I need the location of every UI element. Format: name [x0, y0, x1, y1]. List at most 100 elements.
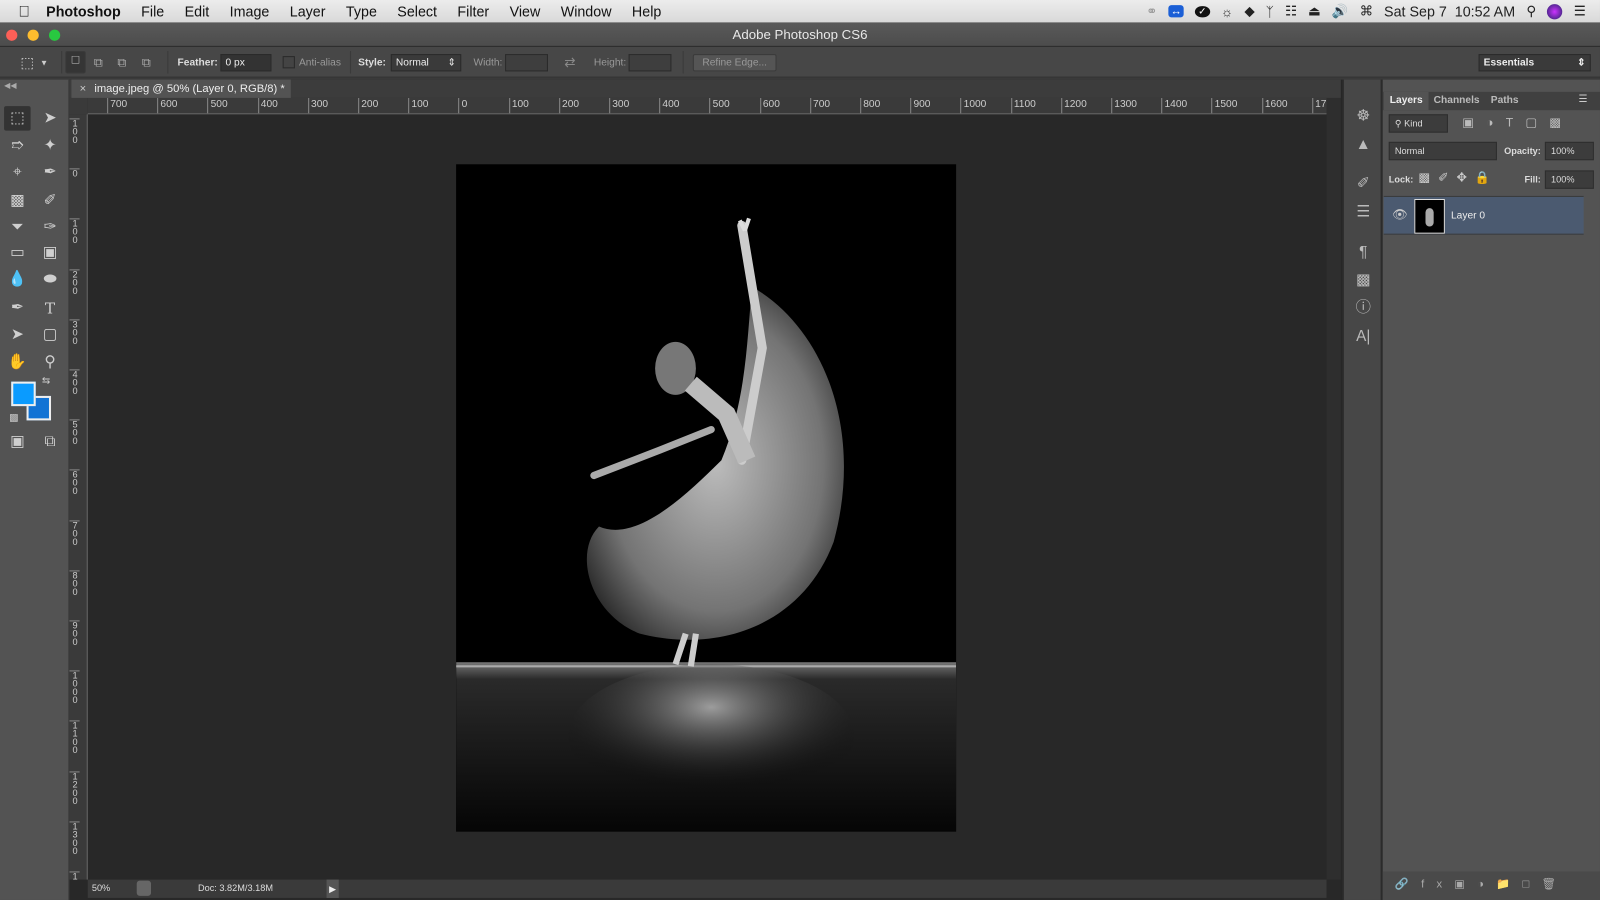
rectangular-marquee-tool[interactable]: ⬚ — [4, 106, 31, 131]
clock[interactable]: Sat Sep 7 10:52 AM — [1384, 3, 1515, 19]
ruler-origin[interactable] — [69, 97, 88, 115]
volume-icon[interactable]: 🔊 — [1332, 3, 1349, 19]
vertical-ruler[interactable]: 100 0 100 200 300 400 500 600 700 800 900 1000 1100 1… — [69, 114, 88, 880]
image-canvas[interactable] — [456, 164, 957, 832]
visibility-eye-icon[interactable]: 👁 — [1392, 207, 1408, 221]
tab-paths[interactable]: Paths — [1485, 92, 1525, 110]
spot-healing-tool[interactable]: ▩ — [4, 189, 31, 213]
menu-image[interactable]: Image — [219, 3, 279, 19]
wifi-icon[interactable]: ☷ — [1285, 3, 1297, 19]
lasso-tool[interactable]: ➱ — [4, 134, 31, 158]
subtract-from-selection-button[interactable]: ⧉ — [117, 47, 126, 78]
lock-icons[interactable]: ▩✐✥🔒 — [1418, 170, 1498, 184]
pen-tool[interactable]: ✒ — [4, 296, 31, 320]
magic-wand-tool[interactable]: ✦ — [37, 134, 64, 158]
checkmark-app-icon[interactable]: ✓ — [1195, 5, 1210, 17]
anti-alias-checkbox[interactable] — [282, 56, 295, 69]
status-menu-arrow-icon[interactable]: ▶ — [326, 879, 339, 898]
teamviewer-icon[interactable]: ↔ — [1168, 5, 1184, 18]
style-select[interactable]: Normal ⇕ — [390, 54, 462, 72]
history-brush-tool[interactable]: ✑ — [37, 215, 64, 239]
rounded-rectangle-tool[interactable]: ▢ — [37, 322, 64, 346]
tool-presets-icon[interactable]: ▩ — [1353, 270, 1373, 290]
new-selection-button[interactable]: □ — [65, 51, 86, 74]
menu-type[interactable]: Type — [336, 3, 387, 19]
marquee-preset-picker[interactable]: ⬚ ▼ — [20, 47, 48, 78]
move-tool[interactable]: ➤ — [37, 106, 64, 130]
filter-kind-select[interactable]: ⚲ Kind — [1388, 114, 1448, 133]
menu-window[interactable]: Window — [551, 3, 622, 19]
adjustments-icon[interactable]: ☰ — [1353, 202, 1373, 222]
tab-layers-active[interactable]: Layers — [1383, 91, 1429, 111]
siri-icon[interactable] — [1547, 3, 1563, 19]
swap-colors-icon[interactable]: ⇆ — [42, 376, 51, 387]
blur-tool[interactable]: 💧 — [4, 267, 31, 291]
fill-input[interactable]: 100% — [1544, 170, 1594, 189]
workspace-switcher[interactable]: Essentials ⇕ — [1478, 54, 1591, 72]
brush-tool[interactable]: ✐ — [37, 189, 64, 213]
layer-filter-icons[interactable]: ▣◑T▢▩ — [1462, 115, 1573, 129]
default-colors-icon[interactable]: ▩ — [9, 412, 19, 423]
feather-input[interactable]: 0 px — [220, 54, 272, 72]
navigator-icon[interactable]: ☸ — [1353, 106, 1373, 126]
menu-layer[interactable]: Layer — [280, 3, 336, 19]
close-window-button[interactable] — [6, 29, 18, 41]
status-preview-icon[interactable] — [136, 880, 152, 896]
menu-view[interactable]: View — [499, 3, 550, 19]
refine-edge-button[interactable]: Refine Edge... — [692, 54, 777, 72]
menu-filter[interactable]: Filter — [447, 3, 499, 19]
intersect-selection-button[interactable]: ⧉ — [142, 47, 151, 78]
panel-menu-icon[interactable]: ☰ — [1579, 94, 1588, 105]
gradient-tool[interactable]: ▣ — [37, 241, 64, 265]
swap-width-height-icon[interactable]: ⇄ — [564, 47, 575, 78]
menu-help[interactable]: Help — [622, 3, 672, 19]
horizontal-ruler[interactable]: 700 600 500 400 300 200 100 0 100 200 300 400 500 600… — [87, 97, 1327, 115]
foreground-color-swatch[interactable] — [11, 381, 36, 407]
add-to-selection-button[interactable]: ⧉ — [94, 47, 103, 78]
paragraph-icon[interactable]: ¶ — [1353, 243, 1373, 263]
layer-name[interactable]: Layer 0 — [1451, 210, 1485, 221]
dodge-tool[interactable]: ⬬ — [37, 267, 64, 291]
tab-channels[interactable]: Channels — [1428, 92, 1486, 110]
menu-file[interactable]: File — [131, 3, 174, 19]
zoom-window-button[interactable] — [48, 29, 61, 41]
zoom-tool[interactable]: ⚲ — [37, 350, 64, 374]
quick-mask-icon[interactable]: ▣ — [4, 430, 31, 454]
screen-mode-icon[interactable]: ⧉ — [37, 430, 64, 454]
dropbox-icon[interactable]: ◆ — [1244, 3, 1254, 19]
menu-edit[interactable]: Edit — [174, 3, 219, 19]
menu-app-photoshop[interactable]: Photoshop — [34, 3, 131, 19]
crop-tool[interactable]: ⌖ — [4, 160, 31, 184]
layers-footer-buttons[interactable]: 🔗fx▣◑📁□🗑 — [1382, 871, 1600, 900]
spotlight-icon[interactable]: ⚲ — [1526, 3, 1536, 19]
opacity-input[interactable]: 100% — [1544, 141, 1594, 161]
info-icon[interactable]: ⓘ — [1353, 298, 1373, 318]
brightness-icon[interactable]: ☼ — [1221, 4, 1233, 19]
collapse-panel-icon[interactable]: ◀◀ — [4, 81, 17, 90]
histogram-icon[interactable]: ▲ — [1353, 135, 1373, 155]
blend-mode-select[interactable]: Normal — [1388, 141, 1497, 161]
character-icon[interactable]: A| — [1353, 327, 1373, 347]
eyedropper-tool[interactable]: ✒ — [37, 160, 64, 184]
brush-presets-icon[interactable]: ✐ — [1353, 173, 1373, 193]
layer-row[interactable]: 👁 Layer 0 — [1383, 195, 1584, 235]
bluetooth-icon[interactable]: ᛉ — [1266, 4, 1274, 19]
path-selection-tool[interactable]: ➤ — [4, 322, 31, 346]
height-input[interactable] — [628, 54, 672, 72]
close-tab-icon[interactable]: × — [80, 83, 87, 95]
document-tab[interactable]: × image.jpeg @ 50% (Layer 0, RGB/8) * — [71, 79, 291, 98]
creative-cloud-icon[interactable]: ⚭ — [1146, 3, 1157, 19]
eraser-tool[interactable]: ▭ — [4, 241, 31, 265]
apple-menu-icon[interactable]:  — [0, 3, 34, 20]
menu-select[interactable]: Select — [387, 3, 447, 19]
clone-stamp-tool[interactable]: ⏷ — [4, 215, 31, 239]
zoom-level[interactable]: 50% — [92, 883, 110, 893]
type-tool[interactable]: T — [37, 296, 64, 320]
notification-center-icon[interactable]: ☰ — [1574, 3, 1586, 19]
minimize-window-button[interactable] — [27, 29, 39, 41]
vertical-scrollbar[interactable] — [1326, 97, 1341, 880]
width-input[interactable] — [505, 54, 548, 72]
eject-icon[interactable]: ⏏ — [1308, 3, 1321, 19]
keyboard-viewer-icon[interactable]: ⌘ — [1360, 3, 1373, 19]
hand-tool[interactable]: ✋ — [4, 350, 31, 374]
